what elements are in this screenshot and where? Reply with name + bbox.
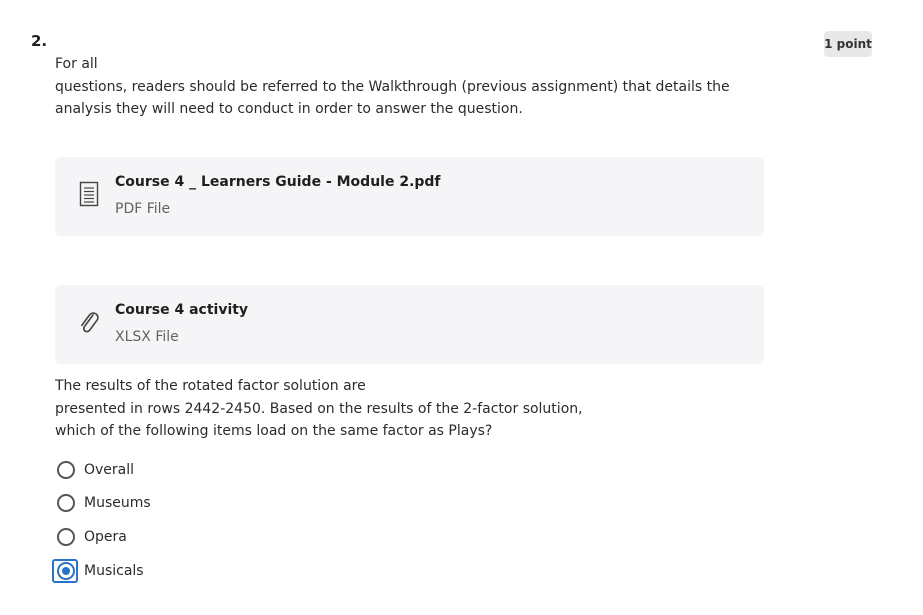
radio-button[interactable]: [52, 458, 78, 482]
attachment-pdf[interactable]: Course 4 _ Learners Guide - Module 2.pdf…: [55, 157, 764, 236]
attachment-xlsx[interactable]: Course 4 activity XLSX File: [55, 285, 764, 364]
paperclip-icon: [77, 307, 101, 337]
question-prompt: The results of the rotated factor soluti…: [55, 375, 583, 443]
radio-button[interactable]: [52, 491, 78, 515]
intro-line: analysis they will need to conduct in or…: [55, 101, 523, 117]
attachment-title[interactable]: Course 4 activity: [115, 302, 248, 318]
radio-circle[interactable]: [57, 562, 75, 580]
intro-line: questions, readers should be referred to…: [55, 78, 730, 95]
document-icon: [77, 179, 101, 209]
option-museums[interactable]: Museums: [52, 489, 151, 517]
radio-circle[interactable]: [57, 461, 75, 479]
option-label[interactable]: Opera: [84, 529, 127, 545]
points-badge: 1 point: [824, 31, 872, 57]
option-label[interactable]: Overall: [84, 462, 134, 478]
attachment-title[interactable]: Course 4 _ Learners Guide - Module 2.pdf: [115, 174, 441, 190]
attachment-type: XLSX File: [115, 329, 179, 345]
intro-line: For all: [55, 56, 98, 72]
question-intro: For all questions, readers should be ref…: [55, 53, 730, 121]
option-opera[interactable]: Opera: [52, 523, 127, 551]
radio-button-selected[interactable]: [52, 559, 78, 583]
radio-circle[interactable]: [57, 494, 75, 512]
prompt-line: The results of the rotated factor soluti…: [55, 378, 366, 394]
option-label[interactable]: Museums: [84, 495, 151, 511]
option-musicals[interactable]: Musicals: [52, 557, 144, 585]
prompt-line: presented in rows 2442-2450. Based on th…: [55, 400, 583, 417]
option-overall[interactable]: Overall: [52, 456, 134, 484]
radio-button[interactable]: [52, 525, 78, 549]
radio-circle[interactable]: [57, 528, 75, 546]
prompt-line: which of the following items load on the…: [55, 423, 493, 439]
attachment-type: PDF File: [115, 201, 171, 217]
option-label[interactable]: Musicals: [84, 563, 144, 579]
question-number: 2.: [31, 32, 48, 50]
